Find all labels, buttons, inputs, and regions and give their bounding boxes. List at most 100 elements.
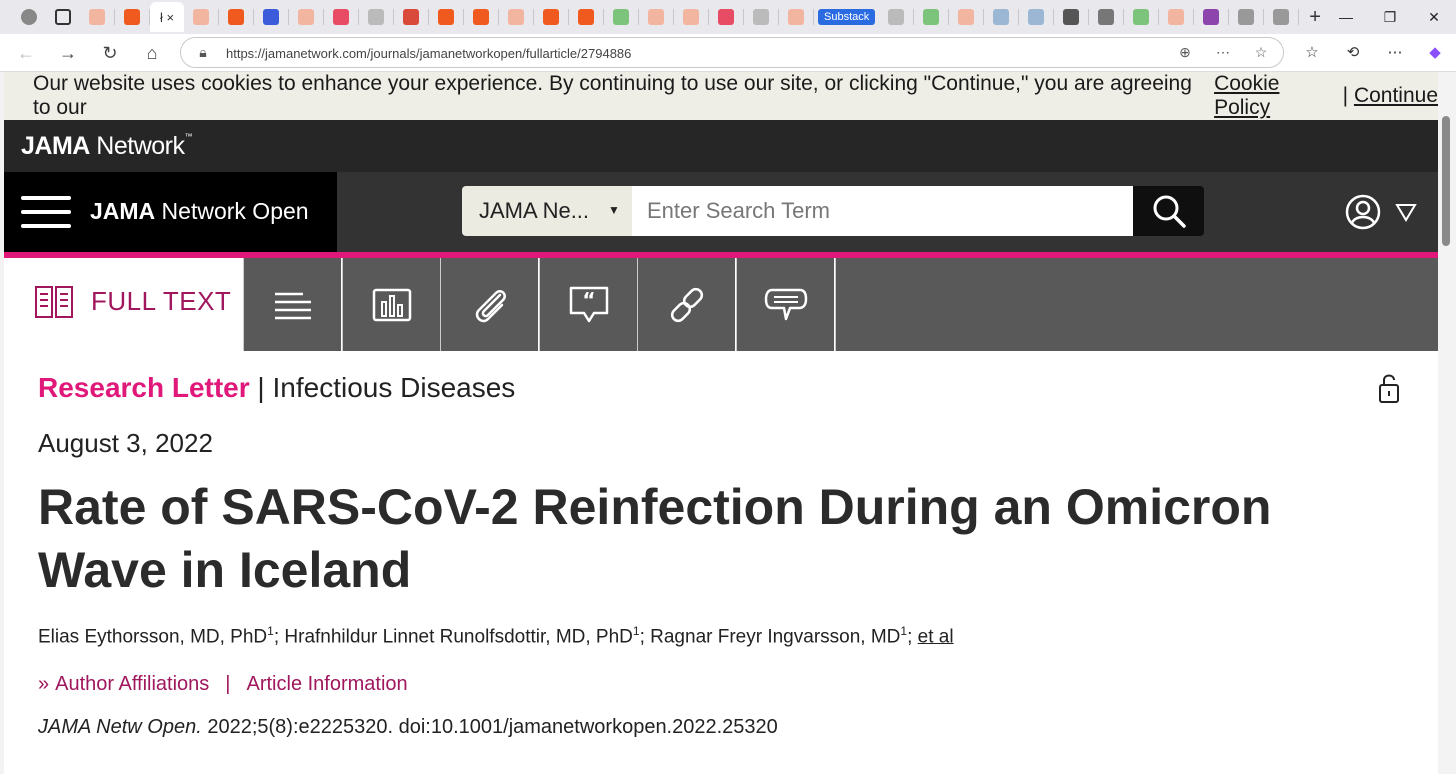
- jama-network-logo[interactable]: JAMA Network™: [21, 132, 192, 161]
- tab-favicon-icon[interactable]: [263, 9, 279, 25]
- cookie-separator: |: [1342, 84, 1349, 107]
- address-bar[interactable]: 🔒︎ https://jamanetwork.com/journals/jama…: [180, 37, 1284, 68]
- site-info-icon[interactable]: 🔒︎: [193, 44, 213, 62]
- settings-more-icon[interactable]: ⋯: [1384, 43, 1406, 63]
- tab-favicon-icon[interactable]: [228, 9, 244, 25]
- tab-separator: [743, 9, 744, 25]
- back-icon[interactable]: ←: [12, 40, 40, 66]
- tab-separator: [1298, 9, 1300, 25]
- browser-toolbar: ← → ↻ ⌂ 🔒︎ https://jamanetwork.com/journ…: [0, 34, 1456, 72]
- restore-icon[interactable]: ❐: [1368, 0, 1412, 34]
- author-name[interactable]: Hrafnhildur Linnet Runolfsdottir, MD, Ph…: [284, 626, 633, 647]
- tab-favicon-icon[interactable]: [193, 9, 209, 25]
- tab-favicon-icon[interactable]: [1063, 9, 1080, 25]
- article-links-row: » Author Affiliations | Article Informat…: [38, 673, 408, 696]
- tab-actions-icon[interactable]: [55, 9, 71, 25]
- tab-favicon-icon[interactable]: [993, 9, 1010, 25]
- tab-separator: [568, 9, 569, 25]
- tab-separator: [393, 9, 394, 25]
- full-text-label: FULL TEXT: [91, 286, 232, 316]
- article-type: Research Letter | Infectious Diseases: [38, 372, 516, 403]
- cookie-policy-link[interactable]: Cookie Policy: [1214, 72, 1337, 120]
- tab-favicon-icon[interactable]: [333, 9, 349, 25]
- hamburger-menu-icon[interactable]: [21, 196, 71, 228]
- tab-favicon-icon[interactable]: [753, 9, 769, 25]
- close-window-icon[interactable]: ✕: [1412, 0, 1456, 34]
- tab-favicon-icon[interactable]: [718, 9, 734, 25]
- url-text[interactable]: https://jamanetwork.com/journals/jamanet…: [226, 46, 631, 61]
- citation: JAMA Netw Open. 2022;5(8):e2225320. doi:…: [38, 716, 778, 738]
- favorite-star-icon[interactable]: ☆: [1251, 44, 1271, 62]
- category-label[interactable]: Infectious Diseases: [273, 372, 516, 403]
- tool-contents[interactable]: [243, 258, 341, 351]
- tab-separator: [638, 9, 639, 25]
- tab-favicon-icon[interactable]: [683, 9, 699, 25]
- tab-substack[interactable]: Substack: [818, 9, 876, 25]
- minimize-icon[interactable]: —: [1324, 0, 1368, 34]
- account-dropdown-icon[interactable]: [1395, 202, 1417, 222]
- tab-favicon-icon[interactable]: [578, 9, 594, 25]
- search-input[interactable]: [632, 186, 1134, 236]
- tool-comments[interactable]: [736, 258, 834, 351]
- page-scrollbar[interactable]: [1438, 72, 1456, 774]
- tab-favicon-icon[interactable]: [473, 9, 489, 25]
- profile-avatar-icon[interactable]: [21, 9, 37, 25]
- journal-title[interactable]: JAMA Network Open: [90, 198, 309, 225]
- tab-separator: [603, 9, 604, 25]
- full-text-tab[interactable]: FULL TEXT: [4, 258, 243, 351]
- copilot-icon[interactable]: ◆: [1424, 43, 1446, 63]
- research-letter-label[interactable]: Research Letter: [38, 372, 250, 403]
- menu-block: JAMA Network Open: [4, 172, 337, 252]
- search-scope-select[interactable]: JAMA Ne... ▼: [462, 186, 632, 236]
- author-name[interactable]: Ragnar Freyr Ingvarsson, MD: [650, 626, 900, 647]
- tab-favicon-icon[interactable]: [788, 9, 804, 25]
- et-al-link[interactable]: et al: [918, 626, 954, 647]
- tab-favicon-icon[interactable]: [888, 9, 905, 25]
- user-account-icon[interactable]: [1345, 194, 1381, 230]
- tool-cite[interactable]: “: [539, 258, 637, 351]
- active-tab[interactable]: ł ×: [150, 2, 184, 32]
- favorites-icon[interactable]: ☆: [1301, 43, 1323, 63]
- tab-favicon-icon[interactable]: [1098, 9, 1115, 25]
- article-information-link[interactable]: Article Information: [247, 673, 408, 696]
- author-affiliations-link[interactable]: Author Affiliations: [55, 673, 209, 696]
- author-name[interactable]: Elias Eythorsson, MD, PhD: [38, 626, 267, 647]
- tab-favicon-icon[interactable]: [124, 9, 140, 25]
- tab-favicon-icon[interactable]: [1028, 9, 1045, 25]
- tab-favicon-icon[interactable]: [1238, 9, 1255, 25]
- tab-separator: [983, 9, 985, 25]
- jama-network-bar: JAMA Network™: [4, 120, 1438, 172]
- tool-supplement[interactable]: [440, 258, 538, 351]
- scrollbar-thumb[interactable]: [1442, 116, 1450, 246]
- tool-figures[interactable]: [342, 258, 440, 351]
- search-bar: JAMA Ne... ▼: [462, 186, 1204, 236]
- history-icon[interactable]: ⟲: [1342, 43, 1364, 63]
- tab-favicon-icon[interactable]: [1168, 9, 1185, 25]
- tab-favicon-icon[interactable]: [958, 9, 975, 25]
- search-button[interactable]: [1133, 186, 1204, 236]
- forward-icon[interactable]: →: [54, 40, 82, 66]
- tab-favicon-icon[interactable]: [403, 9, 419, 25]
- tab-favicon-icon[interactable]: [438, 9, 454, 25]
- tab-favicon-icon[interactable]: [1203, 9, 1220, 25]
- tab-favicon-icon[interactable]: [1273, 9, 1290, 25]
- new-tab-icon[interactable]: +: [1309, 6, 1321, 29]
- paperclip-icon: [475, 289, 506, 322]
- more-page-actions-icon[interactable]: ⋯: [1213, 44, 1233, 62]
- tab-favicon-icon[interactable]: [923, 9, 940, 25]
- tab-favicon-icon[interactable]: [298, 9, 314, 25]
- tab-favicon-icon[interactable]: [613, 9, 629, 25]
- links-separator: |: [225, 673, 231, 695]
- tab-favicon-icon[interactable]: [648, 9, 664, 25]
- tab-favicon-icon[interactable]: [543, 9, 559, 25]
- refresh-icon[interactable]: ↻: [96, 40, 124, 66]
- tool-share-link[interactable]: [637, 258, 735, 351]
- tab-favicon-icon[interactable]: [89, 9, 105, 25]
- tools-bar-filler: [835, 258, 1438, 351]
- zoom-icon[interactable]: ⊕: [1175, 44, 1195, 62]
- tab-favicon-icon[interactable]: [1133, 9, 1150, 25]
- tab-favicon-icon[interactable]: [368, 9, 384, 25]
- home-icon[interactable]: ⌂: [138, 40, 166, 66]
- tab-favicon-icon[interactable]: [508, 9, 524, 25]
- cookie-continue-link[interactable]: Continue: [1354, 84, 1438, 108]
